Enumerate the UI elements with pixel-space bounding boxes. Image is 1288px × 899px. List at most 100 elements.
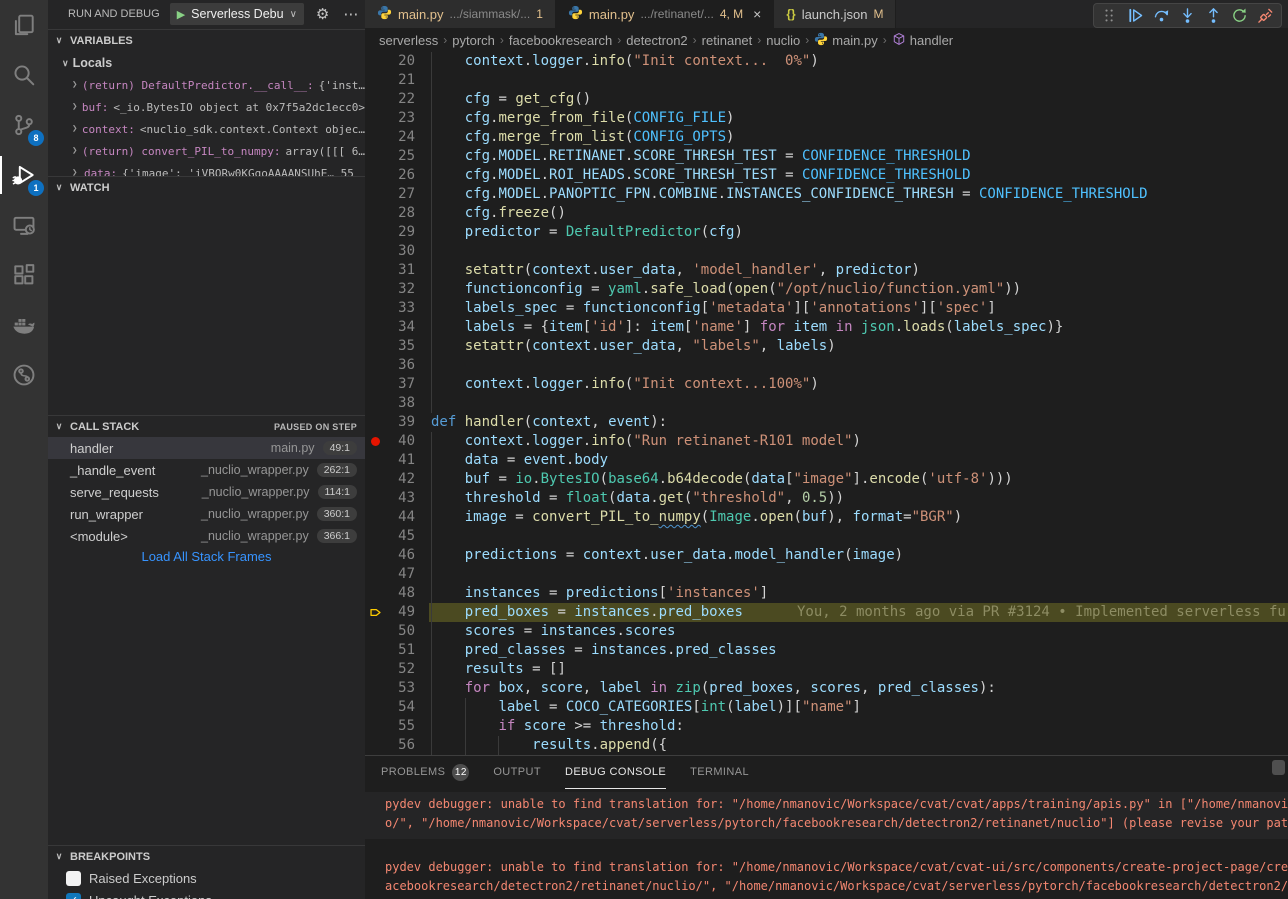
step-into-icon[interactable]: [1179, 7, 1196, 24]
code-line-53[interactable]: 53 for box, score, label in zip(pred_box…: [365, 679, 1288, 698]
editor-tab-main.py[interactable]: main.py.../siammask/...1: [365, 0, 556, 28]
breakpoint-gutter[interactable]: [365, 527, 385, 546]
code-line-37[interactable]: 37 context.logger.info("Init context...1…: [365, 375, 1288, 394]
code-line-36[interactable]: 36: [365, 356, 1288, 375]
breakpoint-gutter[interactable]: [365, 204, 385, 223]
code-line-26[interactable]: 26 cfg.MODEL.ROI_HEADS.SCORE_THRESH_TEST…: [365, 166, 1288, 185]
breakpoint-gutter[interactable]: [365, 71, 385, 90]
breakpoint-gutter[interactable]: [365, 223, 385, 242]
breakpoint-row[interactable]: Raised Exceptions: [48, 867, 365, 889]
locals-scope[interactable]: ∨ Locals: [48, 52, 365, 74]
call-stack-section-header[interactable]: ∨ CALL STACK PAUSED ON STEP: [48, 415, 365, 437]
breakpoint-gutter[interactable]: [365, 584, 385, 603]
code-line-25[interactable]: 25 cfg.MODEL.RETINANET.SCORE_THRESH_TEST…: [365, 147, 1288, 166]
current-line-arrow-icon[interactable]: [365, 603, 385, 622]
checkbox-icon[interactable]: ✓: [66, 893, 81, 899]
stack-frame-row[interactable]: <module>_nuclio_wrapper.py366:1: [48, 525, 365, 547]
breakpoint-gutter[interactable]: [365, 337, 385, 356]
breakpoint-gutter[interactable]: [365, 356, 385, 375]
breakpoint-gutter[interactable]: [365, 128, 385, 147]
panel-tab-terminal[interactable]: TERMINAL: [690, 756, 749, 789]
code-line-39[interactable]: 39def handler(context, event):: [365, 413, 1288, 432]
breakpoint-gutter[interactable]: [365, 147, 385, 166]
panel-tab-debug-console[interactable]: DEBUG CONSOLE: [565, 756, 666, 789]
breakpoint-gutter[interactable]: [365, 679, 385, 698]
breakpoint-gutter[interactable]: [365, 299, 385, 318]
code-line-27[interactable]: 27 cfg.MODEL.PANOPTIC_FPN.COMBINE.INSTAN…: [365, 185, 1288, 204]
code-line-50[interactable]: 50 scores = instances.scores: [365, 622, 1288, 641]
editor-tab-launch.json[interactable]: {}launch.jsonM: [774, 0, 896, 28]
breakpoint-gutter[interactable]: [365, 641, 385, 660]
code-line-49[interactable]: 49 pred_boxes = instances.pred_boxesYou,…: [365, 603, 1288, 622]
checkbox-icon[interactable]: [66, 871, 81, 886]
code-line-47[interactable]: 47: [365, 565, 1288, 584]
breadcrumb-item-serverless[interactable]: serverless: [379, 33, 438, 48]
code-line-48[interactable]: 48 instances = predictions['instances']: [365, 584, 1288, 603]
variable-row[interactable]: ❯(return) convert_PIL_to_numpy:array([[[…: [48, 140, 365, 162]
variable-row[interactable]: ❯buf:<_io.BytesIO object at 0x7f5a2dc1ec…: [48, 96, 365, 118]
breakpoint-gutter[interactable]: [365, 261, 385, 280]
code-editor[interactable]: 20 context.logger.info("Init context... …: [365, 52, 1288, 755]
code-line-24[interactable]: 24 cfg.merge_from_list(CONFIG_OPTS): [365, 128, 1288, 147]
breadcrumb-item-main.py[interactable]: main.py: [814, 32, 878, 49]
code-line-34[interactable]: 34 labels = {item['id']: item['name'] fo…: [365, 318, 1288, 337]
breakpoint-gutter[interactable]: [365, 470, 385, 489]
drag-handle-icon[interactable]: [1101, 7, 1118, 24]
extensions-icon[interactable]: [0, 250, 48, 300]
step-out-icon[interactable]: [1205, 7, 1222, 24]
code-line-43[interactable]: 43 threshold = float(data.get("threshold…: [365, 489, 1288, 508]
breakpoint-gutter[interactable]: [365, 660, 385, 679]
stack-frame-row[interactable]: serve_requests_nuclio_wrapper.py114:1: [48, 481, 365, 503]
breakpoint-gutter[interactable]: [365, 375, 385, 394]
breadcrumb-item-retinanet[interactable]: retinanet: [702, 33, 753, 48]
variable-row[interactable]: ❯(return) DefaultPredictor.__call__:{'in…: [48, 74, 365, 96]
code-line-29[interactable]: 29 predictor = DefaultPredictor(cfg): [365, 223, 1288, 242]
variable-row[interactable]: ❯data:{'image': 'iVBORw0KGgoAAAANSUhE… 5…: [48, 162, 365, 176]
remote-explorer-icon[interactable]: [0, 200, 48, 250]
breakpoint-gutter[interactable]: [365, 508, 385, 527]
breakpoint-gutter[interactable]: [365, 166, 385, 185]
docker-icon[interactable]: [0, 300, 48, 350]
code-line-52[interactable]: 52 results = []: [365, 660, 1288, 679]
code-line-23[interactable]: 23 cfg.merge_from_file(CONFIG_FILE): [365, 109, 1288, 128]
code-line-30[interactable]: 30: [365, 242, 1288, 261]
breadcrumb-item-pytorch[interactable]: pytorch: [452, 33, 495, 48]
variables-section-header[interactable]: ∨ VARIABLES: [48, 29, 365, 51]
explorer-icon[interactable]: [0, 0, 48, 50]
step-over-icon[interactable]: [1153, 7, 1170, 24]
breadcrumb-item-detectron2[interactable]: detectron2: [626, 33, 687, 48]
breakpoint-row[interactable]: ✓Uncaught Exceptions: [48, 889, 365, 899]
breakpoint-gutter[interactable]: [365, 185, 385, 204]
code-line-20[interactable]: 20 context.logger.info("Init context... …: [365, 52, 1288, 71]
breakpoint-gutter[interactable]: [365, 622, 385, 641]
continue-icon[interactable]: [1127, 7, 1144, 24]
gear-icon[interactable]: ⚙: [316, 5, 329, 23]
breakpoint-gutter[interactable]: [365, 698, 385, 717]
close-icon[interactable]: ×: [753, 6, 761, 22]
breakpoint-gutter[interactable]: [365, 565, 385, 584]
code-line-21[interactable]: 21: [365, 71, 1288, 90]
editor-tab-main.py[interactable]: main.py.../retinanet/...4, M×: [556, 0, 774, 28]
panel-tab-output[interactable]: OUTPUT: [493, 756, 541, 789]
stack-frame-row[interactable]: handlermain.py49:1: [48, 437, 365, 459]
code-line-51[interactable]: 51 pred_classes = instances.pred_classes: [365, 641, 1288, 660]
breakpoint-gutter[interactable]: [365, 52, 385, 71]
breakpoints-section-header[interactable]: ∨ BREAKPOINTS: [48, 845, 365, 867]
breakpoint-gutter[interactable]: [365, 318, 385, 337]
code-line-28[interactable]: 28 cfg.freeze(): [365, 204, 1288, 223]
disconnect-icon[interactable]: [1257, 7, 1274, 24]
breakpoint-gutter[interactable]: [365, 717, 385, 736]
gitlens-icon[interactable]: [0, 350, 48, 400]
breadcrumb-item-facebookresearch[interactable]: facebookresearch: [509, 33, 612, 48]
panel-scrollbar-thumb[interactable]: [1272, 760, 1285, 775]
code-line-42[interactable]: 42 buf = io.BytesIO(base64.b64decode(dat…: [365, 470, 1288, 489]
breakpoint-gutter[interactable]: [365, 413, 385, 432]
code-line-54[interactable]: 54 label = COCO_CATEGORIES[int(label)]["…: [365, 698, 1288, 717]
more-actions-icon[interactable]: ⋯: [343, 5, 359, 23]
breakpoint-gutter[interactable]: [365, 489, 385, 508]
load-all-stack-frames-link[interactable]: Load All Stack Frames: [48, 549, 365, 564]
code-line-31[interactable]: 31 setattr(context.user_data, 'model_han…: [365, 261, 1288, 280]
code-line-40[interactable]: 40 context.logger.info("Run retinanet-R1…: [365, 432, 1288, 451]
variable-row[interactable]: ❯context:<nuclio_sdk.context.Context obj…: [48, 118, 365, 140]
panel-tab-problems[interactable]: PROBLEMS12: [381, 756, 469, 789]
